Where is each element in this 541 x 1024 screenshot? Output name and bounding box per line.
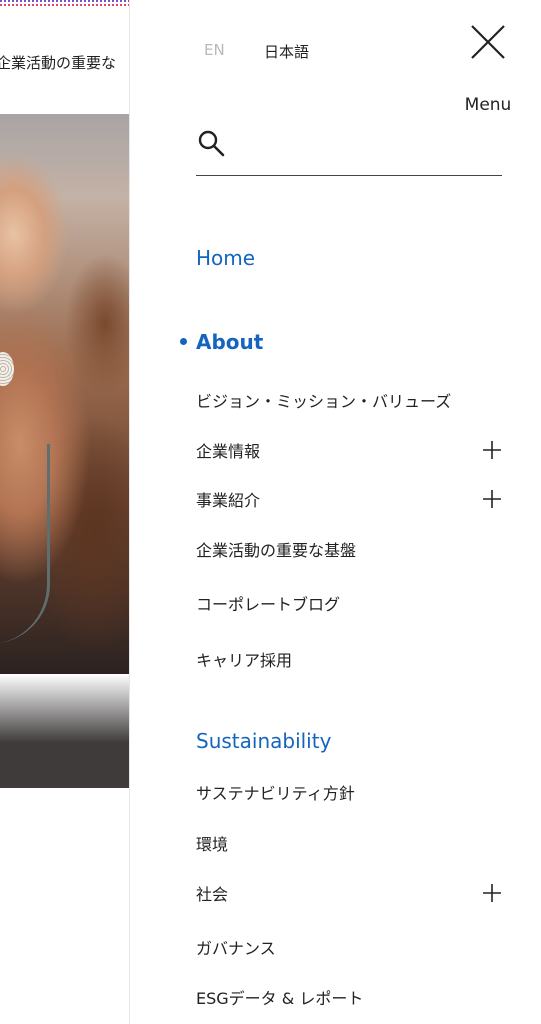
- necklace-detail: [0, 444, 50, 644]
- language-ja[interactable]: 日本語: [264, 41, 309, 62]
- nav-home[interactable]: Home: [196, 246, 255, 270]
- nav-item-label: ESGデータ & レポート: [196, 989, 364, 1008]
- nav-item-label: ビジョン・ミッション・バリューズ: [196, 392, 452, 411]
- nav-item-foundation[interactable]: 企業活動の重要な基盤: [196, 533, 502, 565]
- active-indicator-dot: [180, 338, 187, 345]
- nav-item-label: 企業活動の重要な基盤: [196, 541, 357, 560]
- photo-shadow: [0, 674, 130, 788]
- earring-detail: [0, 352, 14, 386]
- nav-sustainability[interactable]: Sustainability: [196, 729, 331, 753]
- search-input[interactable]: [236, 128, 496, 158]
- nav-item-label: サステナビリティ方針: [196, 784, 355, 803]
- nav-item-label: ガバナンス: [196, 939, 276, 958]
- nav-item-label: コーポレートブログ: [196, 595, 341, 614]
- nav-item-label: 環境: [196, 835, 229, 854]
- nav-item-label: 企業情報: [196, 442, 261, 461]
- close-menu-button[interactable]: Menu: [462, 22, 514, 115]
- nav-item-esg-data[interactable]: ESGデータ & レポート: [196, 981, 502, 1013]
- nav-item-vision[interactable]: ビジョン・ミッション・バリューズ: [196, 384, 502, 416]
- nav-item-social[interactable]: 社会: [196, 877, 502, 909]
- hero-photo: [0, 114, 130, 788]
- nav-item-label: 社会: [196, 885, 229, 904]
- plus-icon[interactable]: [482, 489, 502, 509]
- nav-item-governance[interactable]: ガバナンス: [196, 931, 502, 963]
- close-icon: [471, 25, 505, 59]
- menu-panel: EN 日本語 Menu Home About ビジョン・ミッション・バリューズ …: [130, 0, 541, 1024]
- plus-icon[interactable]: [482, 440, 502, 460]
- nav-item-sustainability-policy[interactable]: サステナビリティ方針: [196, 776, 502, 808]
- plus-icon[interactable]: [482, 883, 502, 903]
- menu-label: Menu: [464, 95, 512, 115]
- nav-item-label: キャリア採用: [196, 651, 293, 670]
- nav-item-company-info[interactable]: 企業情報: [196, 434, 502, 466]
- nav-item-label: 事業紹介: [196, 491, 261, 510]
- nav-about[interactable]: About: [196, 330, 263, 354]
- background-heading: 企業活動の重要な: [0, 54, 117, 72]
- nav-item-environment[interactable]: 環境: [196, 827, 502, 859]
- search-icon[interactable]: [196, 128, 226, 158]
- nav-item-business[interactable]: 事業紹介: [196, 483, 502, 515]
- nav-item-careers[interactable]: キャリア採用: [196, 643, 502, 675]
- decorative-stripe: [0, 0, 130, 8]
- nav-item-blog[interactable]: コーポレートブログ: [196, 587, 502, 619]
- background-page: 企業活動の重要な: [0, 0, 130, 1024]
- search-bar: [196, 124, 502, 176]
- language-en[interactable]: EN: [204, 41, 225, 59]
